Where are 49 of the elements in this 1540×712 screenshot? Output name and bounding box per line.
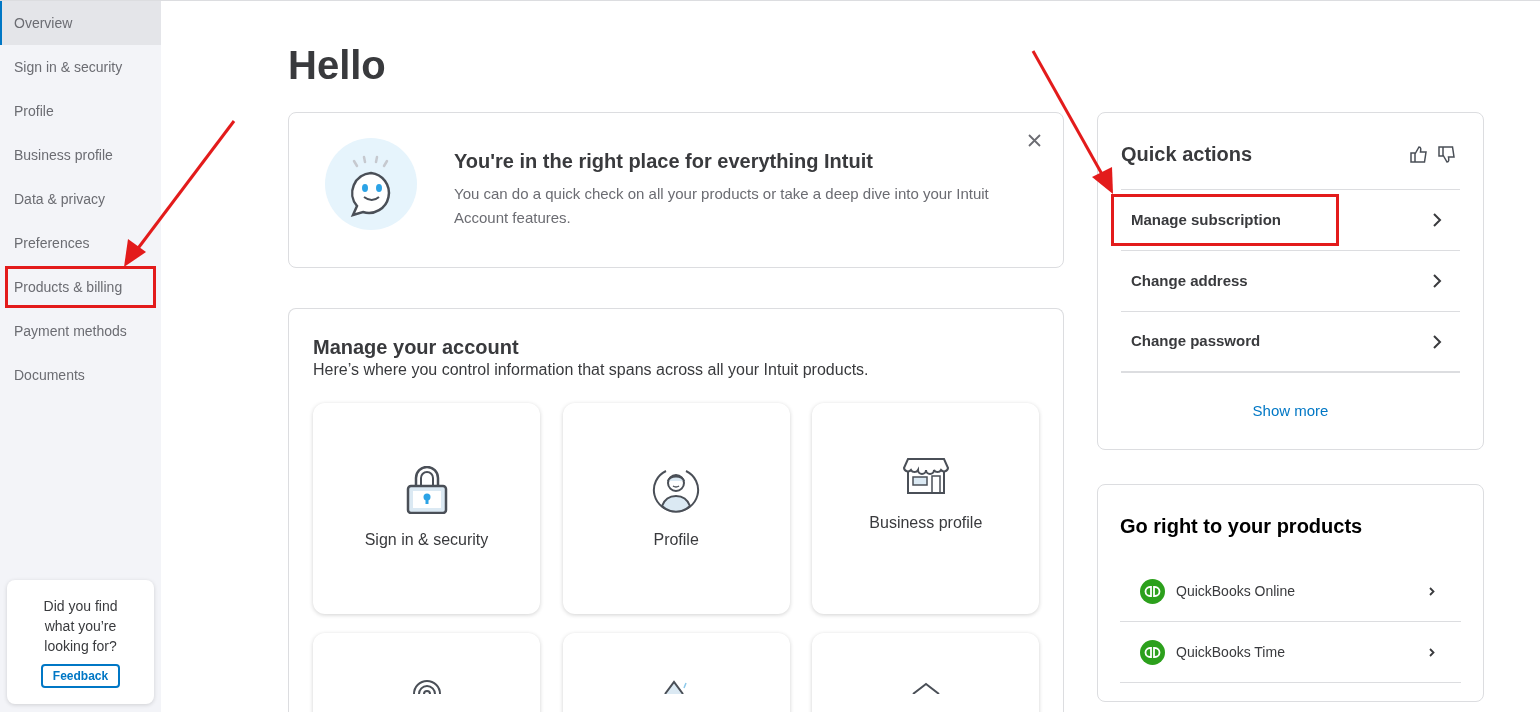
account-tile[interactable]: Profile bbox=[562, 403, 790, 614]
chevron-right-icon bbox=[1432, 333, 1442, 350]
fingerprint-icon bbox=[411, 680, 442, 694]
close-icon[interactable] bbox=[1028, 134, 1041, 147]
chevron-right-icon bbox=[1429, 647, 1435, 657]
sidebar-item[interactable]: Preferences bbox=[0, 221, 161, 265]
sidebar-item[interactable]: Products & billing bbox=[4, 265, 157, 309]
padlock-icon bbox=[405, 465, 448, 514]
quick-action-item[interactable]: Change address bbox=[1121, 250, 1460, 311]
sidebar-item[interactable]: Overview bbox=[0, 1, 161, 45]
smiley-chat-icon bbox=[324, 137, 418, 231]
product-label: QuickBooks Time bbox=[1176, 642, 1286, 662]
storefront-icon bbox=[901, 456, 950, 497]
sidebar-item[interactable]: Profile bbox=[0, 89, 161, 133]
tile-label: Business profile bbox=[869, 512, 983, 533]
page-title: Hello bbox=[288, 42, 387, 89]
account-tile[interactable]: Business profile bbox=[812, 403, 1040, 614]
tile-label: Sign in & security bbox=[364, 529, 489, 550]
chevron-right-icon bbox=[1432, 212, 1442, 228]
sidebar-item[interactable]: Documents bbox=[0, 353, 161, 397]
action-label: Manage subscription bbox=[1111, 194, 1339, 246]
thumbs-up-icon[interactable] bbox=[1410, 145, 1428, 163]
sidebar-item[interactable]: Payment methods bbox=[0, 309, 161, 353]
quick-action-item[interactable]: Change password bbox=[1121, 311, 1460, 372]
action-label: Change address bbox=[1131, 270, 1248, 291]
product-logo-icon bbox=[1140, 578, 1165, 604]
welcome-title: You're in the right place for everything Intuit bbox=[454, 149, 874, 174]
feedback-button[interactable]: Feedback bbox=[40, 664, 121, 688]
account-tile[interactable]: Sign in & security bbox=[313, 403, 540, 614]
product-item[interactable]: QuickBooks Time bbox=[1120, 622, 1461, 683]
section-subtitle: Here’s where you control information that spans across all your Intuit products. bbox=[313, 360, 870, 380]
feedback-question: Did you find what you’re looking for? bbox=[42, 597, 119, 656]
card-title: Go right to your products bbox=[1120, 514, 1364, 539]
sidebar-item[interactable]: Data & privacy bbox=[0, 177, 161, 221]
product-item[interactable]: QuickBooks Online bbox=[1120, 561, 1461, 622]
chevron-right-icon bbox=[1432, 273, 1442, 289]
section-title: Manage your account bbox=[313, 335, 520, 359]
tile-label: Profile bbox=[653, 529, 699, 550]
sidebar-item[interactable]: Sign in & security bbox=[0, 45, 161, 89]
product-label: QuickBooks Online bbox=[1176, 581, 1297, 601]
action-label: Change password bbox=[1131, 331, 1261, 352]
sidebar-item[interactable]: Business profile bbox=[0, 133, 161, 177]
thumbs-down-icon[interactable] bbox=[1438, 145, 1456, 163]
chevron-right-icon bbox=[1429, 586, 1435, 596]
card-title: Quick actions bbox=[1121, 142, 1253, 167]
product-logo-icon bbox=[1140, 639, 1165, 665]
quick-action-item[interactable]: Manage subscription bbox=[1121, 189, 1460, 250]
show-more-link[interactable]: Show more bbox=[1252, 402, 1329, 419]
welcome-text: You can do a quick check on all your products or take a deep dive into your Intuit Account features. bbox=[454, 184, 990, 228]
